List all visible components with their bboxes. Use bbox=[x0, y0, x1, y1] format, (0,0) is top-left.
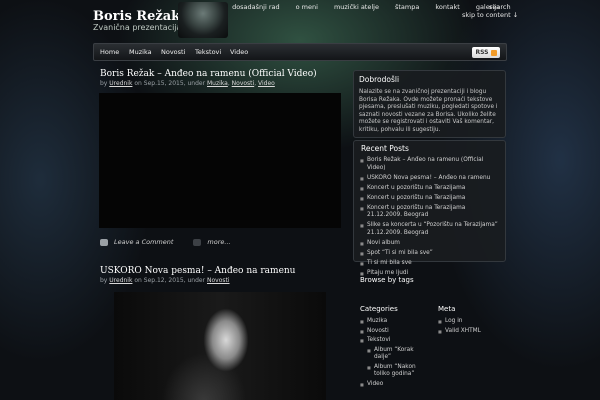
post-date: on Sep.12, 2015, under bbox=[134, 277, 206, 284]
more-icon bbox=[193, 238, 202, 246]
skip-to-content-link[interactable]: skip to content ↓ bbox=[462, 11, 518, 19]
categories-title: Categories bbox=[360, 305, 398, 313]
meta-title: Meta bbox=[438, 305, 456, 313]
leave-comment-link[interactable]: Leave a Comment bbox=[114, 238, 173, 246]
post-actions: Leave a Comment more... bbox=[100, 238, 231, 246]
post-date: on Sep.15, 2015, under bbox=[134, 80, 206, 87]
recent-post-link[interactable]: Slike sa koncerta u “Pozorištu na Terazi… bbox=[360, 222, 500, 237]
recent-post-link[interactable]: Koncert u pozorištu na Terazijama bbox=[360, 195, 500, 203]
post-meta: by Urednik on Sep.12, 2015, under Novost… bbox=[100, 277, 295, 284]
subcategories-list: Album “Korak dalje” Album “Nakon toliko … bbox=[367, 347, 435, 379]
recent-posts-widget: Recent Posts Boris Režak – Anđeo na rame… bbox=[353, 140, 506, 277]
rss-button[interactable]: RSS bbox=[472, 47, 500, 58]
tags-title: Browse by tags bbox=[360, 276, 414, 284]
post-header: USKORO Nova pesma! – Anđeo na ramenu by … bbox=[100, 266, 295, 284]
recent-posts-title: Recent Posts bbox=[361, 144, 409, 153]
meta-list: Log in Valid XHTML bbox=[438, 318, 508, 337]
categories-list: Muzika Novosti Tekstovi Album “Korak dal… bbox=[360, 318, 435, 390]
category-item-tekstovi: Tekstovi Album “Korak dalje” Album “Nako… bbox=[360, 337, 435, 379]
top-nav-kontakt[interactable]: kontakt bbox=[427, 3, 467, 11]
category-link[interactable]: Muzika bbox=[207, 80, 228, 87]
post-header: Boris Režak – Anđeo na ramenu (Official … bbox=[100, 69, 317, 87]
meta-prefix: by bbox=[100, 277, 108, 284]
welcome-text: Nalazite se na zvaničnoj prezentaciji i … bbox=[359, 89, 498, 133]
recent-post-link[interactable]: Koncert u pozorištu na Terazijama bbox=[360, 185, 500, 193]
nav-muzika[interactable]: Muzika bbox=[129, 48, 152, 56]
category-link[interactable]: Tekstovi bbox=[367, 337, 390, 343]
meta-prefix: by bbox=[100, 80, 108, 87]
category-link[interactable]: Novosti bbox=[360, 328, 435, 336]
welcome-widget: Dobrodošli Nalazite se na zvaničnoj prez… bbox=[353, 70, 506, 138]
top-nav-stampa[interactable]: štampa bbox=[387, 3, 427, 11]
rss-label: RSS bbox=[475, 49, 489, 56]
nav-video[interactable]: Video bbox=[230, 48, 248, 56]
valid-xhtml-link[interactable]: Valid XHTML bbox=[438, 328, 508, 336]
video-player[interactable] bbox=[99, 93, 341, 228]
top-navigation: dosadašnji rad o meni muzički atelje šta… bbox=[224, 3, 508, 11]
log-in-link[interactable]: Log in bbox=[438, 318, 508, 326]
category-link[interactable]: Video bbox=[258, 80, 275, 87]
nav-novosti[interactable]: Novosti bbox=[161, 48, 185, 56]
nav-home[interactable]: Home bbox=[100, 48, 119, 56]
subcategory-link[interactable]: Album “Nakon toliko godina” bbox=[367, 364, 422, 379]
recent-post-link[interactable]: Ti si mi bila sve bbox=[360, 260, 500, 268]
comment-icon bbox=[100, 238, 108, 246]
category-link[interactable]: Novosti bbox=[207, 277, 230, 284]
recent-post-link[interactable]: USKORO Nova pesma! – Anđeo na ramenu bbox=[360, 175, 500, 183]
rss-icon bbox=[490, 49, 497, 56]
recent-posts-list: Boris Režak – Anđeo na ramenu (Official … bbox=[360, 157, 500, 280]
post-meta: by Urednik on Sep.15, 2015, under Muzika… bbox=[100, 80, 275, 87]
top-nav-o-meni[interactable]: o meni bbox=[288, 3, 326, 11]
top-nav-dosadasnji-rad[interactable]: dosadašnji rad bbox=[224, 3, 288, 11]
top-nav-muzicki-atelje[interactable]: muzički atelje bbox=[326, 3, 387, 11]
author-link[interactable]: Urednik bbox=[109, 277, 132, 284]
category-link[interactable]: Muzika bbox=[360, 318, 435, 326]
post-title[interactable]: USKORO Nova pesma! – Anđeo na ramenu bbox=[100, 266, 295, 276]
recent-post-link[interactable]: Boris Režak – Anđeo na ramenu (Official … bbox=[360, 157, 500, 172]
read-more-link[interactable]: more... bbox=[207, 238, 230, 246]
site-title[interactable]: Boris Režak bbox=[93, 9, 180, 24]
category-link[interactable]: Video bbox=[360, 381, 435, 389]
subcategory-link[interactable]: Album “Korak dalje” bbox=[367, 347, 422, 362]
search-link[interactable]: search bbox=[489, 3, 511, 11]
recent-post-link[interactable]: Novi album bbox=[360, 240, 500, 248]
main-navbar: Home Muzika Novosti Tekstovi Video RSS bbox=[93, 43, 507, 61]
post-photo[interactable] bbox=[114, 292, 326, 400]
author-link[interactable]: Urednik bbox=[109, 80, 132, 87]
welcome-title: Dobrodošli bbox=[359, 75, 400, 84]
site-header: Boris Režak Zvanična prezentacija i blog… bbox=[0, 0, 600, 44]
category-link[interactable]: Novosti bbox=[232, 80, 255, 87]
recent-post-link[interactable]: Spot “Ti si mi bila sve” bbox=[360, 250, 500, 258]
header-portrait bbox=[178, 2, 228, 38]
nav-tekstovi[interactable]: Tekstovi bbox=[195, 48, 221, 56]
post-title[interactable]: Boris Režak – Anđeo na ramenu (Official … bbox=[100, 69, 317, 79]
recent-post-link[interactable]: Koncert u pozorištu na Terazijama 21.12.… bbox=[360, 205, 500, 220]
